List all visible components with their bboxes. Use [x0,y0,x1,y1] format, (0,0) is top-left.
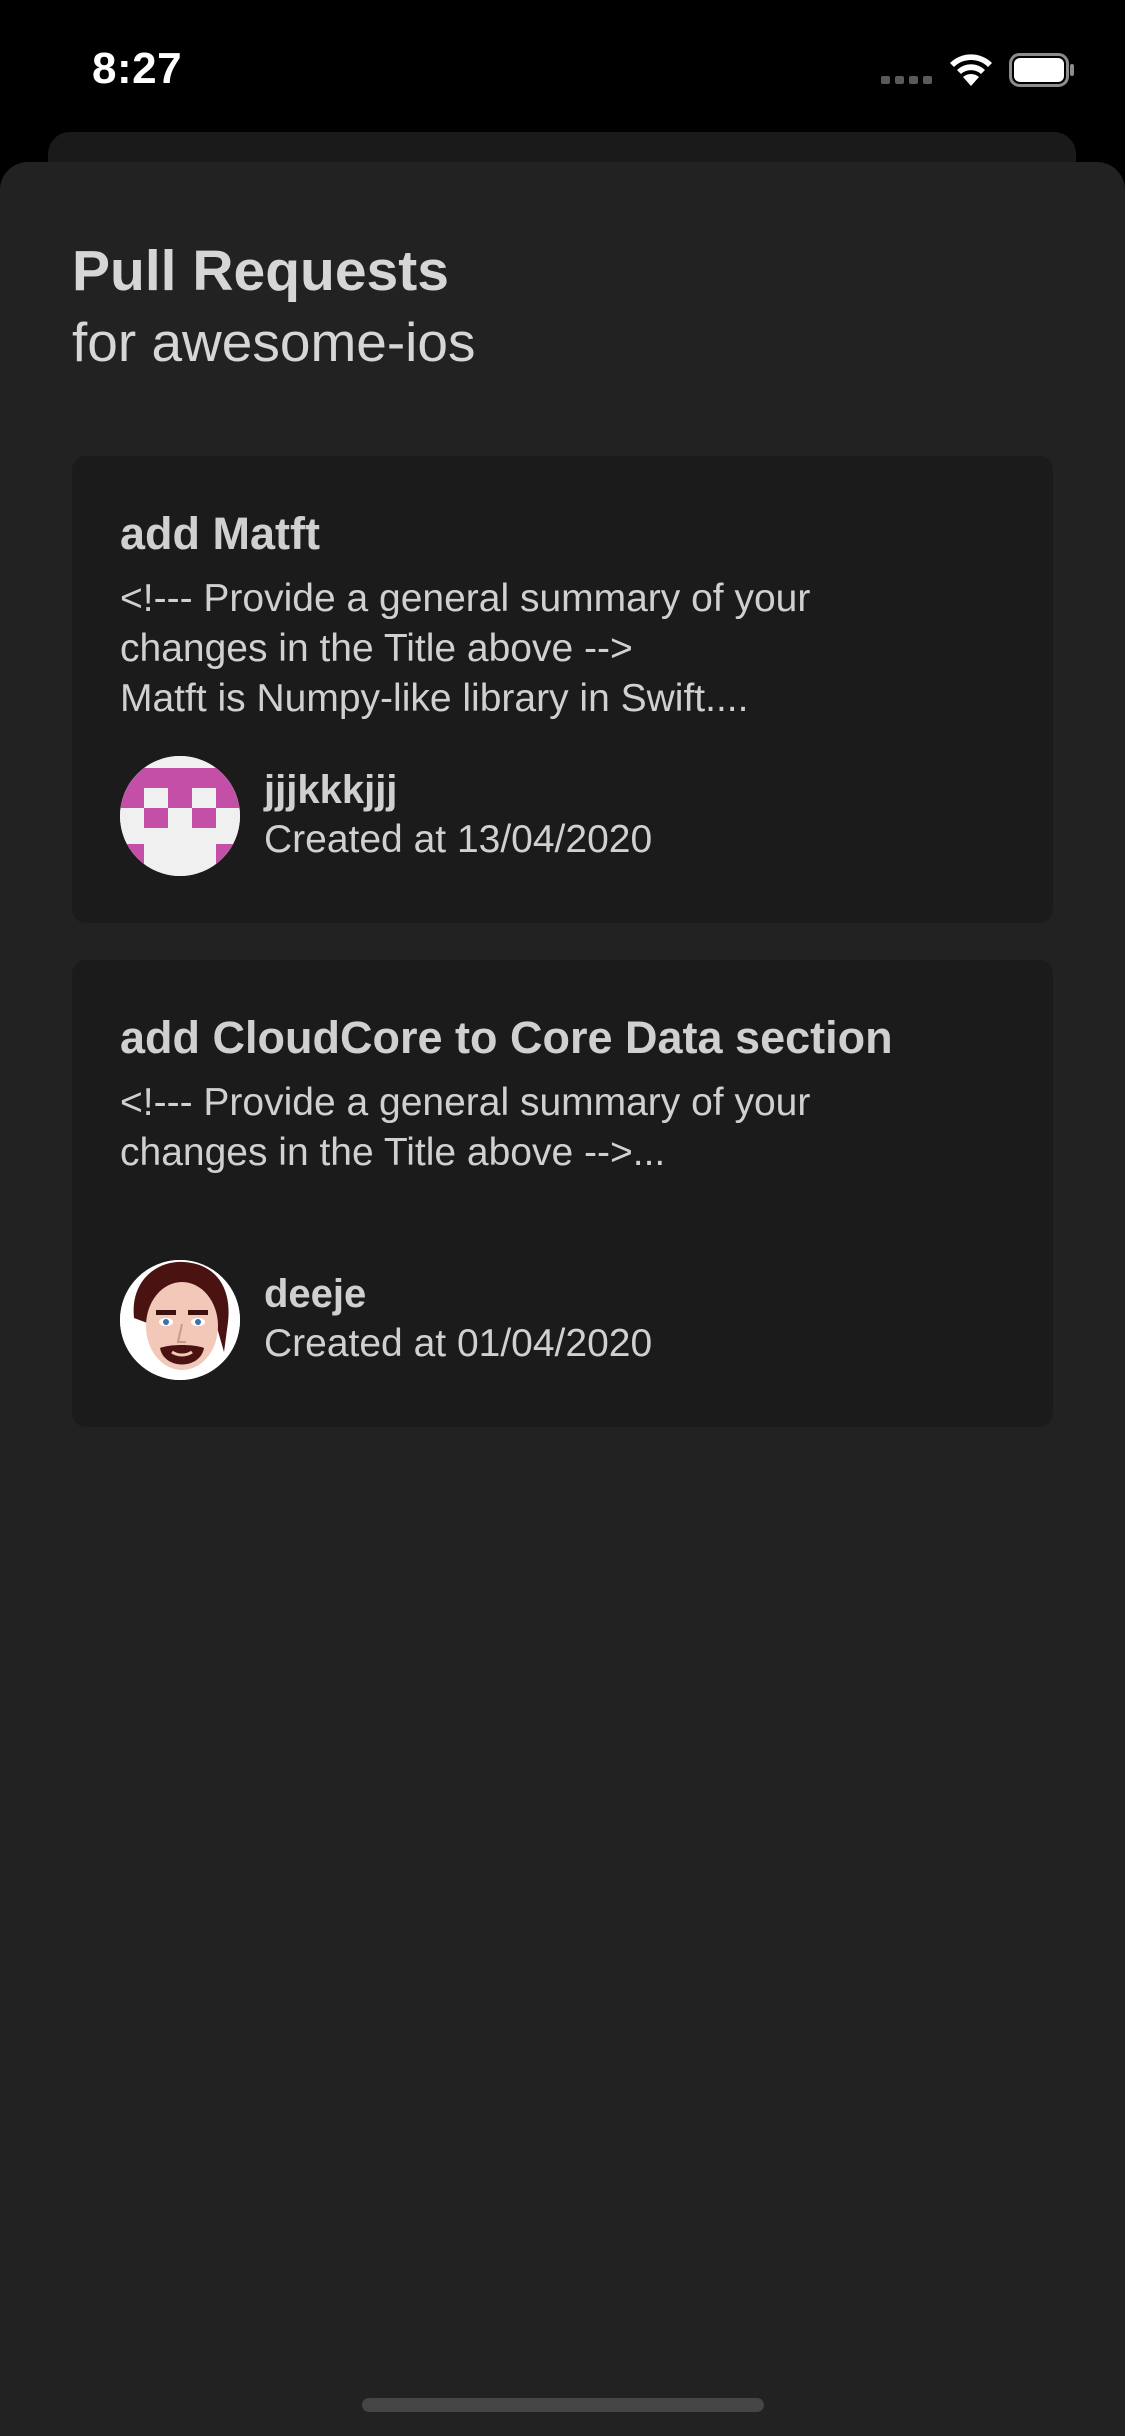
cellular-signal-icon [881,76,933,84]
author-name: jjjkkkjjj [264,768,398,812]
pr-title: add CloudCore to Core Data section [120,1012,893,1063]
home-indicator[interactable] [362,2398,764,2412]
wifi-icon [948,51,994,87]
pink-identicon-icon [120,756,240,876]
pr-title: add Matft [120,508,320,559]
battery-icon [1009,53,1075,87]
pr-body: <!--- Provide a general summary of your … [120,1081,811,1174]
created-date: Created at 01/04/2020 [264,1322,653,1365]
pull-request-card[interactable]: add Matft <!--- Provide a general summar… [72,456,1053,923]
page-subtitle: for awesome-ios [72,311,476,373]
pr-body: <!--- Provide a general summary of your … [120,577,811,720]
page-title: Pull Requests [72,239,449,303]
pull-request-card[interactable]: add CloudCore to Core Data section <!---… [72,960,1053,1427]
status-bar: 8:27 [0,0,1125,130]
cartoon-face-avatar-icon [120,1260,240,1380]
status-time: 8:27 [92,44,183,93]
created-date: Created at 13/04/2020 [264,818,653,861]
author-name: deeje [264,1272,367,1316]
